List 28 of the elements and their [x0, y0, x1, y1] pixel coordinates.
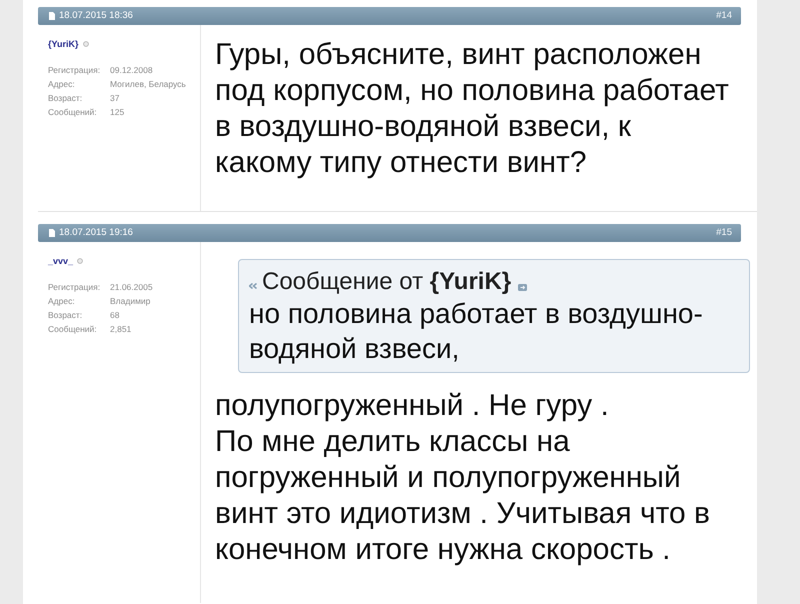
user-info-value: Могилев, Беларусь: [110, 78, 187, 91]
user-info-label: Возраст:: [48, 92, 84, 105]
user-info-value: 37: [110, 92, 120, 105]
user-info-label: Регистрация:: [48, 64, 102, 77]
user-info-label: Адрес:: [48, 78, 76, 91]
user-info-value: 09.12.2008: [110, 64, 154, 77]
quote-author-line: Сообщение от {YuriK}: [262, 268, 512, 296]
user-info-value: 125: [110, 106, 126, 119]
username-link[interactable]: {YuriK}: [48, 37, 79, 51]
document-icon: [49, 229, 55, 237]
view-post-icon[interactable]: [518, 284, 528, 290]
post-message-text: полупогруженный . Не гуру . По мне делить классы на погруженный и полупогруженный винт это идиотизм . Учитывая что в конечном итоге нужна скорость .: [215, 388, 711, 568]
user-info-label: Сообщений:: [48, 106, 98, 119]
user-info-value: 2,851: [110, 323, 132, 336]
quote-mark-icon: [249, 283, 257, 289]
user-info-label: Регистрация:: [48, 281, 102, 294]
post-message-text: Гуры, объясните, винт расположен под корпусом, но половина работает в воздушно-водяной взвеси, к какому типу отнести винт?: [215, 37, 730, 181]
post-date: 18.07.2015 18:36: [59, 11, 133, 21]
user-info-label: Адрес:: [48, 295, 76, 308]
user-info-label: Возраст:: [48, 309, 84, 322]
document-icon: [49, 12, 55, 20]
user-info-label: Сообщений:: [48, 323, 98, 336]
user-info-value: 68: [110, 309, 120, 322]
user-info-value: Владимир: [110, 295, 152, 308]
post-date: 18.07.2015 19:16: [59, 228, 133, 238]
username-link[interactable]: _vvv_: [48, 254, 74, 268]
quote-text: но половина работает в воздушно-водяной взвеси,: [249, 297, 704, 366]
user-info-value: 21.06.2005: [110, 281, 154, 294]
